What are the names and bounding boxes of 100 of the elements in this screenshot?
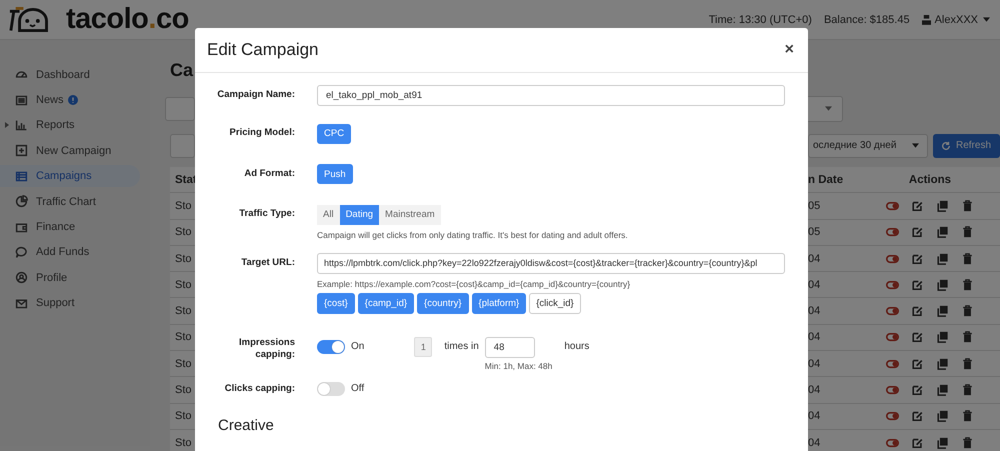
caret-icon [825, 106, 832, 111]
copy-icon[interactable] [936, 278, 949, 291]
trash-icon[interactable] [961, 305, 974, 318]
section-heading: Creative [218, 416, 275, 434]
format-option[interactable]: Push [317, 164, 353, 184]
trash-icon[interactable] [961, 358, 974, 370]
toggle-icon[interactable] [886, 278, 899, 291]
field-label: Pricing Model: [228, 126, 295, 140]
toggle-icon[interactable] [886, 200, 899, 212]
expand-arrow-icon[interactable] [5, 122, 9, 128]
copy-icon[interactable] [936, 305, 949, 318]
refresh-button[interactable]: Refresh [933, 134, 1000, 158]
copy-icon[interactable] [936, 200, 949, 212]
user-menu[interactable]: AlexXXX [934, 14, 978, 26]
toggle-switch[interactable] [317, 382, 345, 396]
copy-icon[interactable] [936, 331, 949, 344]
table-cell-text: Sto [174, 331, 193, 344]
field-label: Campaign Name: [216, 88, 295, 102]
sidebar-item[interactable]: Add Funds [0, 241, 140, 264]
toggle-icon[interactable] [886, 305, 899, 318]
macro-button[interactable]: {country} [417, 292, 469, 314]
field-label: Ad Format: [243, 166, 295, 180]
macro-button[interactable]: {camp_id} [358, 292, 414, 314]
trash-icon[interactable] [961, 384, 974, 396]
copy-icon[interactable] [936, 384, 949, 396]
server-time: Time: 13:30 (UTC+0) [708, 14, 812, 26]
edit-icon[interactable] [911, 252, 924, 265]
copy-icon[interactable] [936, 436, 949, 449]
toggle-icon[interactable] [886, 410, 899, 422]
macro-button[interactable]: {platform} [472, 292, 526, 314]
sidebar-item[interactable]: Support [0, 292, 140, 314]
campaign-name-field[interactable]: el_tako_ppl_mob_at91 [317, 85, 785, 106]
trash-icon[interactable] [961, 200, 974, 212]
refresh-icon [941, 140, 951, 150]
edit-icon[interactable] [911, 358, 924, 370]
table-cell-text: 04 [808, 436, 822, 449]
trash-icon[interactable] [961, 278, 974, 291]
caret-icon [912, 143, 919, 148]
edit-icon[interactable] [911, 384, 924, 396]
sidebar-item[interactable]: News [0, 89, 140, 112]
sidebar-item[interactable]: Profile [0, 266, 140, 289]
macro-button[interactable]: {cost} [317, 292, 355, 314]
trash-icon[interactable] [961, 410, 974, 422]
caret-icon [983, 17, 990, 22]
sidebar-item[interactable]: Traffic Chart [0, 190, 140, 213]
search-field[interactable] [170, 134, 195, 158]
edit-icon[interactable] [911, 278, 924, 291]
count-field[interactable]: 1 [414, 336, 432, 356]
trash-icon[interactable] [961, 436, 974, 449]
target-url-field[interactable]: https://lpmbtrk.com/click.php?key=22lo922fzerajy0ldisw&cost={cost}&tracker={tracker}&country={country}&pl [317, 252, 785, 274]
list-icon [15, 170, 28, 183]
table-cell-text: Sto [174, 358, 193, 370]
wallet-icon [15, 220, 28, 234]
toggle-icon[interactable] [886, 358, 899, 370]
table-cell-text: Sto [174, 384, 193, 396]
edit-icon[interactable] [911, 200, 924, 212]
table-cell-text: Sto [174, 200, 193, 212]
help-text: Campaign will get clicks from only dating traffic. It's best for dating and adult offers. [317, 230, 629, 240]
sidebar-item[interactable]: Reports [0, 114, 140, 136]
coin-bubble-icon [15, 246, 28, 259]
trash-icon[interactable] [961, 226, 974, 238]
toggle-icon[interactable] [886, 331, 899, 344]
sidebar-item[interactable]: New Campaign [0, 140, 140, 162]
toggle-icon[interactable] [886, 252, 899, 265]
copy-icon[interactable] [936, 358, 949, 370]
edit-icon[interactable] [911, 410, 924, 422]
edit-icon[interactable] [911, 226, 924, 238]
dialog-title: Edit Campaign [207, 40, 319, 60]
toggle-icon[interactable] [886, 226, 899, 238]
table-cell-text: Sto [174, 410, 193, 422]
table-cell-text: 05 [808, 226, 822, 238]
table-cell-text: Sto [174, 252, 193, 265]
column-header: Actions [908, 174, 952, 186]
table-cell-text: 04 [808, 252, 822, 265]
copy-icon[interactable] [936, 252, 949, 265]
pricing-option[interactable]: CPC [317, 124, 352, 144]
table-cell-text: 04 [808, 358, 822, 370]
edit-icon[interactable] [911, 331, 924, 344]
column-header: n Date [808, 174, 844, 186]
toggle-icon[interactable] [886, 436, 899, 449]
period-select[interactable]: оследние 30 дней [808, 134, 928, 158]
close-button[interactable]: × [782, 41, 796, 59]
hours-field[interactable]: 48 [484, 336, 535, 358]
sidebar-item[interactable]: Dashboard [0, 64, 140, 86]
sidebar-item[interactable]: Campaigns [0, 165, 140, 188]
table-cell-text: Sto [174, 436, 193, 449]
trash-icon[interactable] [961, 252, 974, 265]
copy-icon[interactable] [936, 226, 949, 238]
toggle-icon[interactable] [886, 384, 899, 396]
traffic-type-tab[interactable]: Dating [340, 204, 380, 224]
sidebar-item[interactable]: Finance [0, 216, 140, 238]
macro-button[interactable]: {click_id} [529, 292, 581, 314]
copy-icon[interactable] [936, 410, 949, 422]
toggle-switch[interactable] [317, 340, 345, 354]
person-icon [15, 271, 28, 284]
edit-icon[interactable] [911, 305, 924, 318]
table-cell-text: 04 [808, 410, 822, 422]
trash-icon[interactable] [961, 331, 974, 344]
edit-icon[interactable] [911, 436, 924, 449]
table-cell-text: Sto [174, 278, 193, 291]
